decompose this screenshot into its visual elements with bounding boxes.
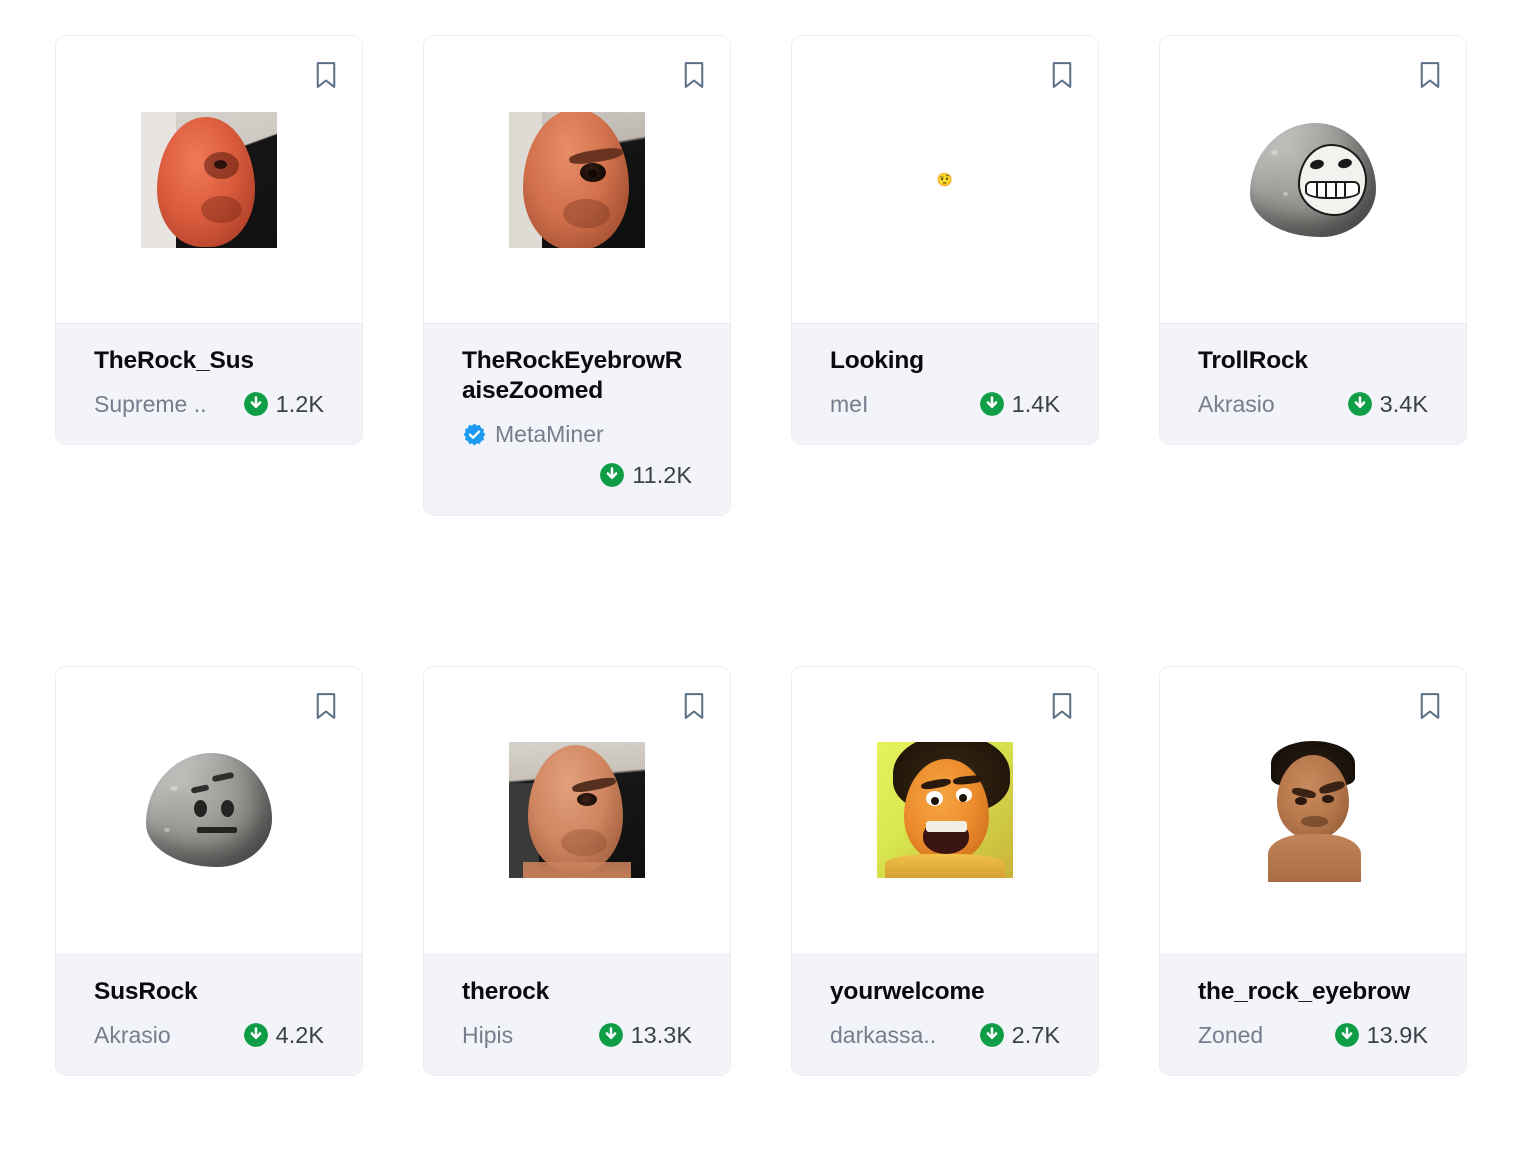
card-footer: therock Hipis 13.3K xyxy=(424,953,730,1075)
raised-eyebrow-face-emoji: 🤨 xyxy=(936,172,954,187)
bookmark-icon[interactable] xyxy=(1051,61,1073,89)
card-media xyxy=(792,666,1098,954)
meme-author[interactable]: Akrasio xyxy=(1198,391,1275,418)
download-count: 1.2K xyxy=(243,391,324,418)
card-media: 🤨 xyxy=(792,36,1098,323)
download-count: 4.2K xyxy=(243,1022,324,1049)
meme-thumbnail xyxy=(1238,735,1388,885)
meme-author[interactable]: meI xyxy=(830,391,868,418)
download-icon xyxy=(1334,1022,1360,1048)
meme-title: TrollRock xyxy=(1198,347,1308,374)
meme-title: TheRockEyebrowRaiseZoomed xyxy=(462,347,683,404)
download-count: 13.3K xyxy=(598,1022,692,1049)
download-icon xyxy=(599,462,625,488)
card-meta: darkassa.. 2.7K xyxy=(830,1022,1060,1049)
card-meta: MetaMiner 11.2K xyxy=(462,421,692,489)
meme-author[interactable]: darkassa.. xyxy=(830,1022,936,1049)
download-value: 3.4K xyxy=(1379,390,1428,417)
download-icon xyxy=(979,1022,1005,1048)
card-footer: the_rock_eyebrow Zoned 13.9K xyxy=(1160,953,1466,1075)
bookmark-icon[interactable] xyxy=(1051,692,1073,720)
meme-thumbnail xyxy=(877,742,1013,879)
download-value: 13.9K xyxy=(1366,1021,1428,1048)
author-name: Hipis xyxy=(462,1021,514,1048)
bookmark-icon[interactable] xyxy=(1419,61,1441,89)
meme-title: the_rock_eyebrow xyxy=(1198,977,1410,1005)
meme-card[interactable]: TrollRock Akrasio 3.4K xyxy=(1159,35,1467,445)
download-value: 2.7K xyxy=(1011,1021,1060,1048)
meme-thumbnail xyxy=(1238,105,1388,255)
card-media xyxy=(1160,36,1466,323)
meme-thumbnail xyxy=(141,111,277,248)
download-icon xyxy=(979,391,1005,417)
meme-author[interactable]: MetaMiner xyxy=(462,421,692,448)
card-meta: Akrasio 3.4K xyxy=(1198,391,1428,418)
meme-author[interactable]: Zoned xyxy=(1198,1022,1263,1049)
meme-card[interactable]: TheRockEyebrowRaiseZoomed MetaMiner 11.2… xyxy=(423,35,731,516)
download-count: 11.2K xyxy=(462,462,692,489)
author-name: MetaMiner xyxy=(495,420,604,447)
meme-thumbnail: 🤨 xyxy=(877,112,1013,248)
meme-author[interactable]: Supreme .. xyxy=(94,391,207,418)
bookmark-icon[interactable] xyxy=(683,61,705,89)
meme-author[interactable]: Hipis xyxy=(462,1022,513,1049)
card-footer: yourwelcome darkassa.. 2.7K xyxy=(792,953,1098,1075)
author-name: Akrasio xyxy=(1198,390,1275,417)
download-value: 4.2K xyxy=(275,1021,324,1048)
meme-thumbnail xyxy=(134,735,284,885)
download-value: 1.2K xyxy=(275,390,324,417)
meme-card[interactable]: SusRock Akrasio 4.2K xyxy=(55,665,363,1076)
meme-card-grid: TheRock_Sus Supreme .. 1.2K TheRockEyebr… xyxy=(0,0,1526,1160)
card-meta: Supreme .. 1.2K xyxy=(94,391,324,418)
meme-title: therock xyxy=(462,977,550,1005)
bookmark-icon[interactable] xyxy=(683,692,705,720)
download-icon xyxy=(598,1022,624,1048)
card-media xyxy=(424,36,730,323)
bookmark-icon[interactable] xyxy=(315,61,337,89)
download-value: 1.4K xyxy=(1011,390,1060,417)
download-icon xyxy=(1347,391,1373,417)
download-count: 2.7K xyxy=(979,1022,1060,1049)
meme-author[interactable]: Akrasio xyxy=(94,1022,171,1049)
card-meta: Zoned 13.9K xyxy=(1198,1022,1428,1049)
author-name: Akrasio xyxy=(94,1021,171,1048)
author-name: meI xyxy=(830,390,869,417)
meme-thumbnail xyxy=(509,111,645,248)
download-value: 11.2K xyxy=(632,461,692,488)
card-footer: TheRock_Sus Supreme .. 1.2K xyxy=(56,323,362,444)
meme-card[interactable]: yourwelcome darkassa.. 2.7K xyxy=(791,665,1099,1076)
download-count: 3.4K xyxy=(1347,391,1428,418)
meme-title: yourwelcome xyxy=(830,977,985,1005)
card-meta: Hipis 13.3K xyxy=(462,1022,692,1049)
card-media xyxy=(56,666,362,954)
meme-title: SusRock xyxy=(94,977,198,1005)
author-name: darkassa.. xyxy=(830,1021,937,1048)
download-count: 1.4K xyxy=(979,391,1060,418)
verified-badge-icon xyxy=(462,422,487,447)
author-name: Supreme .. xyxy=(94,390,207,417)
bookmark-icon[interactable] xyxy=(315,692,337,720)
card-footer: Looking meI 1.4K xyxy=(792,323,1098,444)
card-meta: Akrasio 4.2K xyxy=(94,1022,324,1049)
meme-card[interactable]: therock Hipis 13.3K xyxy=(423,665,731,1076)
card-footer: TheRockEyebrowRaiseZoomed MetaMiner 11.2… xyxy=(424,323,730,515)
download-value: 13.3K xyxy=(630,1021,692,1048)
author-name: Zoned xyxy=(1198,1021,1264,1048)
meme-card[interactable]: the_rock_eyebrow Zoned 13.9K xyxy=(1159,665,1467,1076)
download-count: 13.9K xyxy=(1334,1022,1428,1049)
meme-card[interactable]: TheRock_Sus Supreme .. 1.2K xyxy=(55,35,363,445)
download-icon xyxy=(243,391,269,417)
card-media xyxy=(424,666,730,954)
card-meta: meI 1.4K xyxy=(830,391,1060,418)
card-footer: SusRock Akrasio 4.2K xyxy=(56,953,362,1075)
card-media xyxy=(56,36,362,323)
meme-title: Looking xyxy=(830,347,924,374)
bookmark-icon[interactable] xyxy=(1419,692,1441,720)
meme-thumbnail xyxy=(509,742,645,879)
meme-title: TheRock_Sus xyxy=(94,347,254,374)
meme-card[interactable]: 🤨 Looking meI 1.4K xyxy=(791,35,1099,445)
card-media xyxy=(1160,666,1466,954)
card-footer: TrollRock Akrasio 3.4K xyxy=(1160,323,1466,444)
download-icon xyxy=(243,1022,269,1048)
